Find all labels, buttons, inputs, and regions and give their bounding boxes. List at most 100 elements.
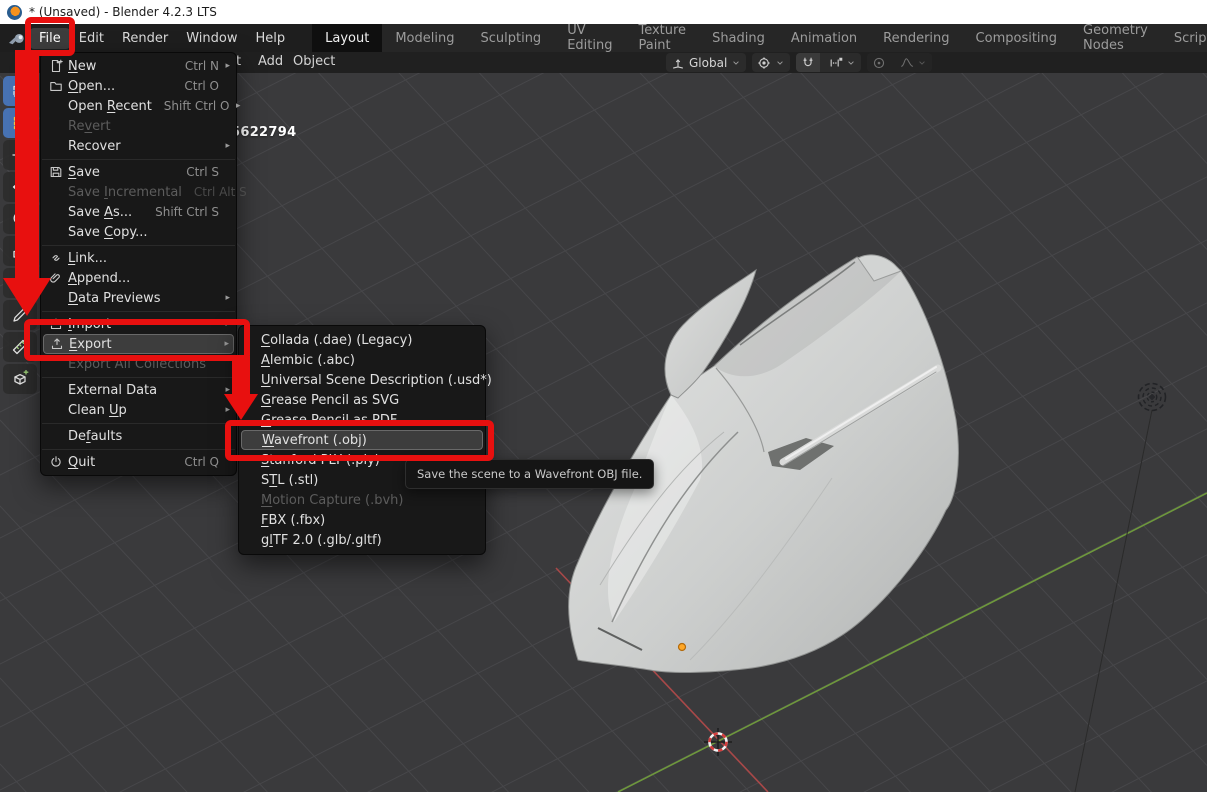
menu-item-label: FBX (.fbx)	[261, 512, 326, 528]
export-menu-item-wavefront-obj[interactable]: Wavefront (.obj)	[241, 430, 483, 450]
menu-item-label: Export All Collections	[68, 356, 207, 372]
menu-item-label: Open...	[68, 78, 116, 94]
menu-item-label: Recover	[68, 138, 121, 154]
tool-cursor-3d[interactable]	[3, 140, 37, 170]
export-menu-item-gltf-2-0-glb-gltf[interactable]: glTF 2.0 (.glb/.gltf)	[239, 530, 485, 550]
paperclip-icon	[50, 273, 60, 283]
file-menu-item-save-as[interactable]: Save As... Shift Ctrl S	[41, 202, 236, 222]
select-box-icon	[13, 85, 27, 97]
tool-transform[interactable]	[3, 268, 37, 298]
file-menu-item-save-copy[interactable]: Save Copy...	[41, 222, 236, 242]
file-menu-item-data-previews[interactable]: Data Previews ▸	[41, 288, 236, 308]
menu-item-label: Save Copy...	[68, 224, 148, 240]
file-menu-dropdown: New Ctrl N ▸ Open... Ctrl O Open Recent Shift …	[40, 52, 247, 476]
chevron-down-icon	[848, 60, 854, 65]
file-menu-item-link[interactable]: Link...	[41, 248, 236, 268]
blender-app-icon[interactable]	[7, 30, 27, 46]
menu-item-label: Clean Up	[68, 402, 127, 418]
menu-item-icon	[50, 337, 69, 351]
export-icon	[51, 338, 63, 350]
tool-select-box[interactable]	[3, 76, 37, 106]
viewport-menu-add[interactable]: Add	[258, 54, 283, 69]
topbar: File Edit Render Window Help Layout Modeling S…	[0, 23, 1207, 53]
export-menu-item-collada-dae-legacy[interactable]: Collada (.dae) (Legacy)	[239, 330, 485, 350]
snap-increment-icon	[830, 57, 843, 67]
proportional-editing-toggle[interactable]	[867, 53, 891, 72]
proportional-falloff-button[interactable]	[895, 53, 932, 72]
submenu-arrow-icon: ▸	[225, 431, 230, 441]
chevron-down-icon	[777, 60, 783, 65]
chevron-down-icon	[919, 60, 925, 65]
pivot-point-control[interactable]	[752, 53, 791, 72]
menu-file[interactable]: File	[30, 27, 70, 49]
menu-separator	[41, 156, 236, 162]
export-menu-item-grease-pencil-as-svg[interactable]: Grease Pencil as SVG	[239, 390, 485, 410]
snapping-control	[796, 53, 862, 72]
tool-cursor[interactable]	[3, 108, 37, 138]
tab-uv-editing[interactable]: UV Editing	[554, 23, 625, 53]
scale-icon	[13, 244, 27, 258]
menu-item-label: Grease Pencil as PDF	[261, 412, 398, 428]
file-menu-item-import[interactable]: Import ▸	[41, 314, 236, 334]
tab-geometry-nodes[interactable]: Geometry Nodes	[1070, 23, 1161, 53]
snap-magnet-toggle[interactable]	[796, 53, 821, 72]
tab-modeling[interactable]: Modeling	[382, 24, 467, 52]
menu-edit[interactable]: Edit	[70, 28, 113, 49]
menu-item-label: Data Previews	[68, 290, 161, 306]
menu-item-icon	[49, 455, 68, 469]
menu-item-label: Import	[68, 316, 112, 332]
menu-separator	[41, 308, 236, 314]
file-menu-item-external-data[interactable]: External Data ▸	[41, 380, 236, 400]
floppy-icon	[50, 166, 62, 178]
file-menu-item-recover[interactable]: Recover ▸	[41, 136, 236, 156]
menu-separator	[41, 446, 236, 452]
viewport-menu-object[interactable]: Object	[293, 54, 335, 69]
menu-render[interactable]: Render	[113, 28, 177, 49]
export-menu-item-motion-capture-bvh[interactable]: Motion Capture (.bvh)	[239, 490, 485, 510]
tool-move[interactable]	[3, 172, 37, 202]
file-menu-item-clean-up[interactable]: Clean Up ▸	[41, 400, 236, 420]
menu-item-icon	[49, 271, 68, 285]
file-menu-item-new[interactable]: New Ctrl N ▸	[41, 56, 236, 76]
tool-scale[interactable]	[3, 236, 37, 266]
export-menu-item-fbx-fbx[interactable]: FBX (.fbx)	[239, 510, 485, 530]
magnet-icon	[803, 57, 813, 66]
snap-target-button[interactable]	[824, 53, 861, 72]
tab-shading[interactable]: Shading	[699, 24, 778, 52]
tab-texture-paint[interactable]: Texture Paint	[625, 23, 699, 53]
tab-compositing[interactable]: Compositing	[963, 24, 1071, 52]
file-menu-item-export[interactable]: Export ▸	[43, 334, 234, 354]
tool-measure[interactable]	[3, 332, 37, 362]
file-menu-item-quit[interactable]: Quit Ctrl Q	[41, 452, 236, 472]
file-menu-item-open-recent[interactable]: Open Recent Shift Ctrl O ▸	[41, 96, 241, 116]
export-menu-item-alembic-abc[interactable]: Alembic (.abc)	[239, 350, 485, 370]
tool-rotate[interactable]	[3, 204, 37, 234]
export-menu-item-grease-pencil-as-pdf[interactable]: Grease Pencil as PDF	[239, 410, 485, 430]
tab-animation[interactable]: Animation	[778, 24, 870, 52]
file-menu-item-open[interactable]: Open... Ctrl O	[41, 76, 236, 96]
transform-icon	[13, 276, 27, 290]
menu-item-shortcut: Shift Ctrl O	[163, 99, 230, 113]
file-menu-item-append[interactable]: Append...	[41, 268, 236, 288]
tool-annotate[interactable]	[3, 300, 37, 330]
menu-help[interactable]: Help	[247, 28, 295, 49]
file-menu-item-defaults[interactable]: Defaults ▸	[41, 426, 236, 446]
menu-item-label: Open Recent	[68, 98, 152, 114]
file-menu-item-save[interactable]: Save Ctrl S	[41, 162, 236, 182]
tab-layout[interactable]: Layout	[312, 24, 383, 52]
menu-window[interactable]: Window	[177, 28, 246, 49]
transform-orientation-control[interactable]: Global	[666, 53, 747, 72]
tab-scripting[interactable]: Scripting	[1161, 24, 1207, 52]
menu-item-label: Grease Pencil as SVG	[261, 392, 400, 408]
tool-add-cube[interactable]	[3, 364, 37, 394]
tab-rendering[interactable]: Rendering	[870, 24, 962, 52]
tab-sculpting[interactable]: Sculpting	[467, 24, 554, 52]
file-menu-item-save-incremental[interactable]: Save Incremental Ctrl Alt S	[41, 182, 247, 202]
menu-item-label: Export	[69, 336, 112, 352]
tooltip-text: Save the scene to a Wavefront OBJ file.	[417, 467, 643, 481]
export-menu-item-universal-scene-description-usd[interactable]: Universal Scene Description (.usd*)	[239, 370, 492, 390]
menu-item-label: Alembic (.abc)	[261, 352, 355, 368]
file-menu-item-export-all-collections[interactable]: Export All Collections	[41, 354, 236, 374]
menu-item-shortcut: Ctrl S	[186, 165, 219, 179]
file-menu-item-revert[interactable]: Revert	[41, 116, 236, 136]
